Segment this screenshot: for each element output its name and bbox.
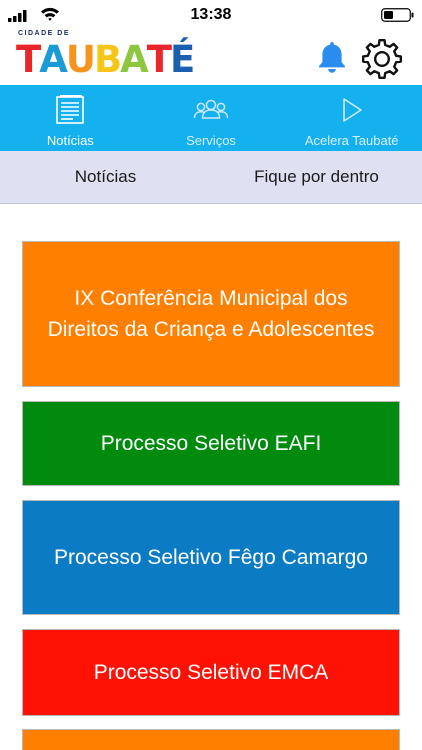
- subtab-noticias[interactable]: Notícias: [0, 151, 211, 203]
- bell-icon[interactable]: [316, 40, 348, 74]
- logo-letter: É: [170, 38, 195, 81]
- app-header: CIDADE DE TAUBATÉ: [0, 30, 422, 85]
- logo-letter: T: [16, 38, 41, 81]
- newspaper-icon: [56, 95, 85, 124]
- news-list: IX Conferência Municipal dos Direitos da…: [0, 205, 422, 750]
- tab-label: Acelera Taubaté: [304, 133, 399, 148]
- news-card[interactable]: Processo Seletivo Fêgo Camargo: [22, 500, 400, 615]
- tab-servicos[interactable]: Serviços: [141, 85, 282, 151]
- logo-letter: B: [93, 38, 122, 81]
- tab-acelera-taubate[interactable]: Acelera Taubaté: [281, 85, 422, 151]
- tab-label: Serviços: [186, 133, 236, 148]
- logo-letter: A: [39, 38, 68, 81]
- news-card[interactable]: IX Conferência Municipal dos Direitos da…: [22, 241, 400, 387]
- news-card[interactable]: [22, 729, 400, 750]
- news-card[interactable]: Processo Seletivo EMCA: [22, 629, 400, 716]
- tab-noticias[interactable]: Notícias: [0, 85, 141, 151]
- logo-letter: U: [65, 38, 96, 81]
- play-icon: [342, 97, 362, 122]
- logo-letter: T: [146, 38, 172, 81]
- status-time: 13:38: [190, 6, 232, 23]
- logo-city-label: CIDADE DE: [18, 30, 71, 37]
- gear-icon[interactable]: [360, 37, 404, 81]
- people-icon: [193, 99, 229, 119]
- subtab-fique-por-dentro[interactable]: Fique por dentro: [211, 151, 422, 203]
- battery-icon: [381, 8, 414, 22]
- logo-letter: A: [120, 38, 149, 81]
- taubate-logo: CIDADE DE TAUBATÉ: [16, 30, 208, 80]
- logo-wordmark: TAUBATÉ: [16, 38, 195, 81]
- sub-tab-bar: Notícias Fique por dentro: [0, 151, 422, 204]
- main-tab-bar: Notícias Serviços Acelera Taubaté: [0, 85, 422, 151]
- status-bar: 13:38: [0, 0, 422, 30]
- tab-label: Notícias: [46, 133, 94, 148]
- news-card[interactable]: Processo Seletivo EAFI: [22, 401, 400, 486]
